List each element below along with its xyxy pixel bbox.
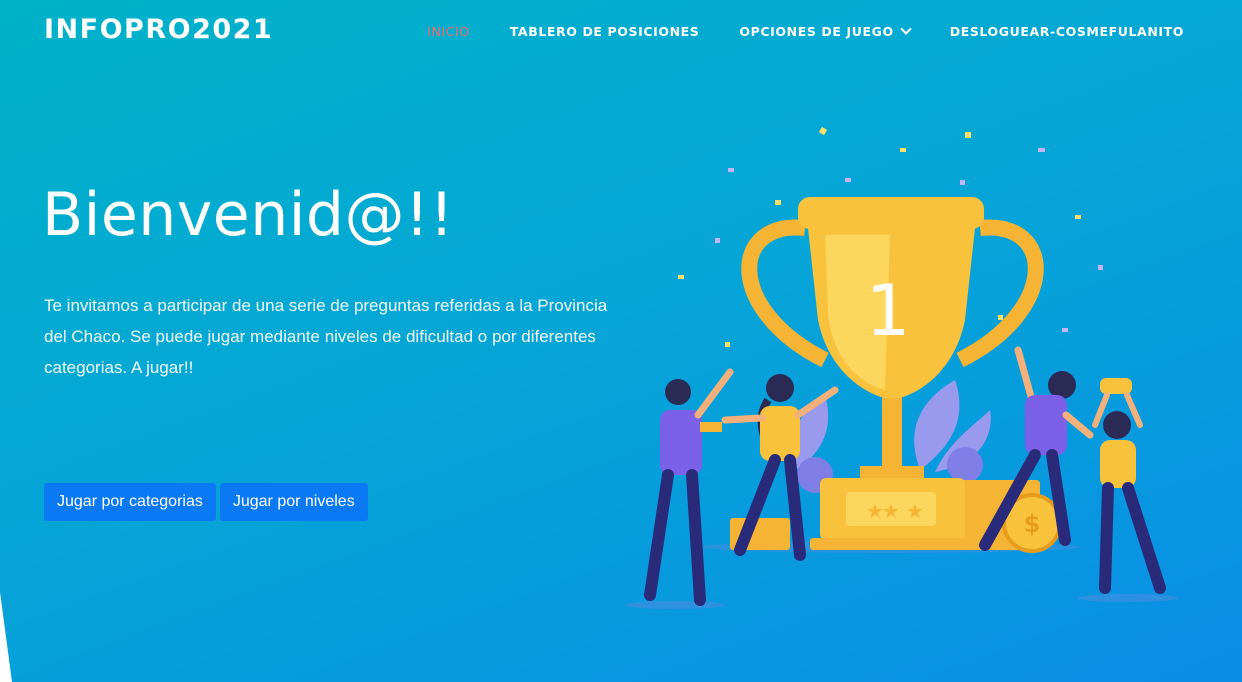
trophy-number: 1 bbox=[866, 270, 911, 352]
chevron-down-icon bbox=[900, 23, 912, 35]
play-by-category-button[interactable]: Jugar por categorias bbox=[44, 483, 216, 521]
svg-text:★: ★ bbox=[882, 499, 900, 523]
brand-logo[interactable]: INFOPRO2021 bbox=[44, 14, 273, 45]
nav-opciones-juego[interactable]: OPCIONES DE JUEGO bbox=[739, 23, 912, 39]
hero-title: Bienvenid@!! bbox=[42, 180, 455, 250]
corner-decoration bbox=[0, 592, 12, 682]
person-man-left-icon bbox=[644, 368, 734, 606]
main-nav: INICIO TABLERO DE POSICIONES OPCIONES DE… bbox=[427, 23, 1184, 39]
nav-logout[interactable]: DESLOGUEAR-COSMEFULANITO bbox=[950, 24, 1184, 39]
play-by-level-button[interactable]: Jugar por niveles bbox=[219, 483, 368, 521]
hero-description: Te invitamos a participar de una serie d… bbox=[44, 296, 608, 377]
nav-tablero[interactable]: TABLERO DE POSICIONES bbox=[510, 24, 700, 39]
svg-text:$: $ bbox=[1024, 510, 1041, 538]
nav-opciones-label: OPCIONES DE JUEGO bbox=[739, 24, 894, 39]
trophy-illustration: $ ★ ★ ★ 1 bbox=[625, 126, 1178, 609]
hero-buttons: Jugar por categorias Jugar por niveles bbox=[44, 483, 368, 521]
navbar: INFOPRO2021 INICIO TABLERO DE POSICIONES… bbox=[0, 0, 1242, 64]
svg-text:★: ★ bbox=[906, 499, 924, 523]
person-woman-right-icon bbox=[1092, 378, 1166, 594]
nav-inicio[interactable]: INICIO bbox=[427, 24, 470, 39]
